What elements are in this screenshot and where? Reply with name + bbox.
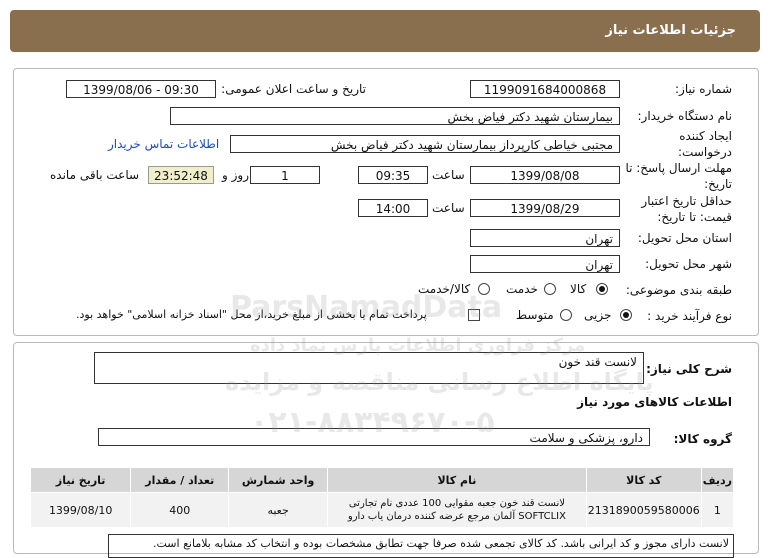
city-field: تهران xyxy=(470,255,620,273)
announce-field: 1399/08/06 - 09:30 xyxy=(66,80,216,98)
general-description-label: شرح کلی نیاز: xyxy=(646,362,732,376)
creator-label: ایجاد کننده درخواست: xyxy=(678,129,732,159)
category-label: طبقه بندی موضوعی: xyxy=(625,283,732,297)
buyer-field: بیمارستان شهید دکتر فیاض بخش xyxy=(170,107,620,125)
province-field: تهران xyxy=(470,229,620,247)
col-code-header: کد کالا xyxy=(585,467,702,493)
category-radio-goods[interactable] xyxy=(596,283,608,295)
watermark-line-1: مرکز فراوری اطلاعات پارس نماد داده xyxy=(250,335,586,356)
reply-deadline-label: مهلت ارسال پاسخ: تا تاریخ: xyxy=(625,161,732,191)
goods-table: ردیف کد کالا نام کالا واحد شمارش تعداد /… xyxy=(29,467,735,528)
announce-label: تاریخ و ساعت اعلان عمومی: xyxy=(221,82,366,96)
goods-name-cell: لانست قند خون جعبه مقوایی 100 عددی نام ت… xyxy=(327,492,587,528)
category-option-goods: کالا xyxy=(570,282,587,296)
page-title: جزئیات اطلاعات نیاز xyxy=(605,23,736,38)
unit-cell: جعبه xyxy=(228,492,329,528)
category-radio-service[interactable] xyxy=(544,283,556,295)
need-date-cell: 1399/08/10 xyxy=(29,492,132,528)
remaining-label: ساعت باقی مانده xyxy=(50,168,140,182)
watermark-phone: ۰۲۱-۸۸۳۴۹۶۷۰-۵ xyxy=(250,405,495,440)
buyer-notes-text: لانست دارای مجوز و کد ایرانی باشد. کد کا… xyxy=(153,537,729,550)
creator-field: مجتبی خیاطی کارپرداز بیمارستان شهید دکتر… xyxy=(230,135,620,153)
goods-code-cell: 2131890059580006 xyxy=(585,492,702,528)
buyer-notes-box: لانست دارای مجوز و کد ایرانی باشد. کد کا… xyxy=(108,534,734,558)
col-row-header: ردیف xyxy=(700,467,735,493)
process-option-medium: متوسط xyxy=(516,308,554,322)
buyer-label: نام دستگاه خریدار: xyxy=(637,109,733,123)
days-field: 1 xyxy=(250,166,320,184)
watermark-line-2: پایگاه اطلاع رسانی مناقصه و مزایده xyxy=(225,368,654,396)
process-label: نوع فرآیند خرید : xyxy=(647,309,732,323)
quantity-cell: 400 xyxy=(130,492,230,528)
process-radio-medium[interactable] xyxy=(560,309,572,321)
col-unit-header: واحد شمارش xyxy=(228,467,329,493)
page-header: جزئیات اطلاعات نیاز xyxy=(10,10,760,52)
need-number-field: 1199091684000868 xyxy=(470,80,620,98)
city-label: شهر محل تحویل: xyxy=(645,257,732,271)
table-row: 1 2131890059580006 لانست قند خون جعبه مق… xyxy=(29,492,735,528)
col-name-header: نام کالا xyxy=(327,467,587,493)
province-label: استان محل تحویل: xyxy=(637,231,732,245)
col-quantity-header: تعداد / مقدار xyxy=(130,467,230,493)
row-number-cell: 1 xyxy=(700,492,735,528)
buyer-contact-link[interactable]: اطلاعات تماس خریدار xyxy=(108,137,219,151)
goods-group-label: گروه کالا: xyxy=(673,432,732,446)
price-validity-label: حداقل تاریخ اعتبار قیمت: تا تاریخ: xyxy=(641,194,732,224)
need-number-label: شماره نیاز: xyxy=(675,82,732,96)
process-radio-minor[interactable] xyxy=(620,309,632,321)
reply-time-field: 09:35 xyxy=(358,166,428,184)
table-header-row: ردیف کد کالا نام کالا واحد شمارش تعداد /… xyxy=(29,467,735,493)
category-option-service: خدمت xyxy=(506,282,538,296)
days-label: روز و xyxy=(222,168,249,182)
reply-time-label: ساعت xyxy=(432,168,465,182)
reply-date-field: 1399/08/08 xyxy=(470,166,620,184)
validity-time-label: ساعت xyxy=(432,201,465,215)
goods-info-title: اطلاعات کالاهای مورد نیاز xyxy=(577,395,732,409)
validity-date-field: 1399/08/29 xyxy=(470,199,620,217)
validity-time-field: 14:00 xyxy=(358,199,428,217)
remaining-time-field: 23:52:48 xyxy=(148,166,214,184)
process-option-minor: جزیی xyxy=(584,308,612,322)
watermark-brand: ParsNamadData xyxy=(230,290,503,325)
col-date-header: تاریخ نیاز xyxy=(29,467,132,493)
